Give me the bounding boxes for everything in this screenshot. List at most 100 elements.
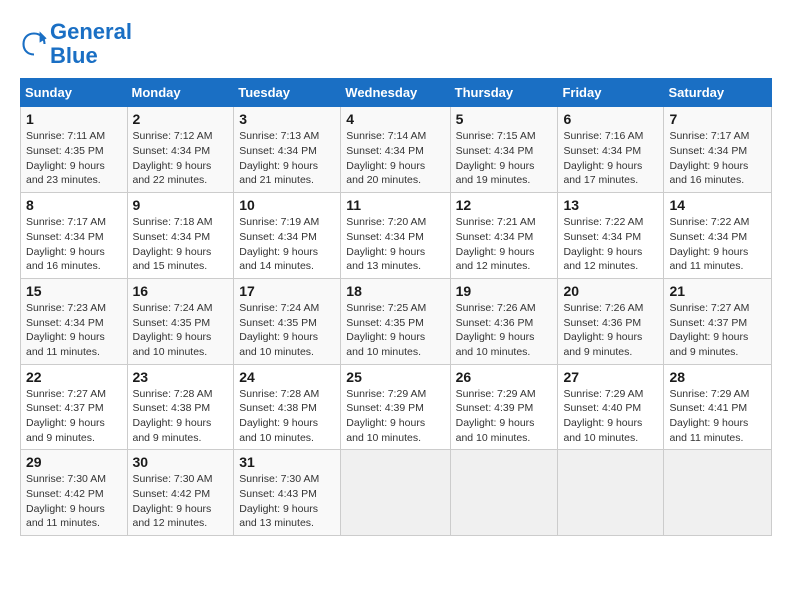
day-info: Sunrise: 7:22 AM Sunset: 4:34 PM Dayligh… — [669, 215, 766, 274]
day-info: Sunrise: 7:29 AM Sunset: 4:39 PM Dayligh… — [456, 387, 553, 446]
day-number: 30 — [133, 454, 229, 470]
calendar-cell: 4 Sunrise: 7:14 AM Sunset: 4:34 PM Daylig… — [341, 107, 450, 193]
calendar-week-4: 22 Sunrise: 7:27 AM Sunset: 4:37 PM Dayli… — [21, 364, 772, 450]
day-number: 14 — [669, 197, 766, 213]
day-number: 12 — [456, 197, 553, 213]
day-number: 28 — [669, 369, 766, 385]
calendar-cell: 27 Sunrise: 7:29 AM Sunset: 4:40 PM Dayli… — [558, 364, 664, 450]
day-number: 17 — [239, 283, 335, 299]
day-info: Sunrise: 7:24 AM Sunset: 4:35 PM Dayligh… — [239, 301, 335, 360]
day-info: Sunrise: 7:19 AM Sunset: 4:34 PM Dayligh… — [239, 215, 335, 274]
day-number: 31 — [239, 454, 335, 470]
day-number: 11 — [346, 197, 444, 213]
header-row: Sunday Monday Tuesday Wednesday Thursday… — [21, 79, 772, 107]
day-number: 21 — [669, 283, 766, 299]
day-info: Sunrise: 7:17 AM Sunset: 4:34 PM Dayligh… — [26, 215, 122, 274]
calendar-cell: 20Sunrise: 7:26 AM Sunset: 4:36 PM Dayli… — [558, 278, 664, 364]
calendar-cell: 7 Sunrise: 7:17 AM Sunset: 4:34 PM Daylig… — [664, 107, 772, 193]
calendar-table: Sunday Monday Tuesday Wednesday Thursday… — [20, 78, 772, 536]
day-info: Sunrise: 7:20 AM Sunset: 4:34 PM Dayligh… — [346, 215, 444, 274]
day-info: Sunrise: 7:30 AM Sunset: 4:42 PM Dayligh… — [26, 472, 122, 531]
calendar-cell: 1 Sunrise: 7:11 AM Sunset: 4:35 PM Daylig… — [21, 107, 128, 193]
day-number: 24 — [239, 369, 335, 385]
calendar-cell: 25 Sunrise: 7:29 AM Sunset: 4:39 PM Dayli… — [341, 364, 450, 450]
calendar-cell: 12Sunrise: 7:21 AM Sunset: 4:34 PM Dayli… — [450, 193, 558, 279]
day-info: Sunrise: 7:22 AM Sunset: 4:34 PM Dayligh… — [563, 215, 658, 274]
calendar-cell: 6 Sunrise: 7:16 AM Sunset: 4:34 PM Daylig… — [558, 107, 664, 193]
calendar-cell: 31 Sunrise: 7:30 AM Sunset: 4:43 PM Dayli… — [234, 450, 341, 536]
calendar-cell: 3 Sunrise: 7:13 AM Sunset: 4:34 PM Daylig… — [234, 107, 341, 193]
day-number: 23 — [133, 369, 229, 385]
day-info: Sunrise: 7:29 AM Sunset: 4:41 PM Dayligh… — [669, 387, 766, 446]
calendar-cell: 18 Sunrise: 7:25 AM Sunset: 4:35 PM Dayli… — [341, 278, 450, 364]
day-info: Sunrise: 7:27 AM Sunset: 4:37 PM Dayligh… — [669, 301, 766, 360]
calendar-cell: 19 Sunrise: 7:26 AM Sunset: 4:36 PM Dayli… — [450, 278, 558, 364]
day-info: Sunrise: 7:23 AM Sunset: 4:34 PM Dayligh… — [26, 301, 122, 360]
day-info: Sunrise: 7:25 AM Sunset: 4:35 PM Dayligh… — [346, 301, 444, 360]
day-number: 27 — [563, 369, 658, 385]
day-number: 19 — [456, 283, 553, 299]
day-number: 4 — [346, 111, 444, 127]
day-number: 16 — [133, 283, 229, 299]
day-info: Sunrise: 7:28 AM Sunset: 4:38 PM Dayligh… — [239, 387, 335, 446]
calendar-cell: 22 Sunrise: 7:27 AM Sunset: 4:37 PM Dayli… — [21, 364, 128, 450]
day-info: Sunrise: 7:29 AM Sunset: 4:40 PM Dayligh… — [563, 387, 658, 446]
day-info: Sunrise: 7:17 AM Sunset: 4:34 PM Dayligh… — [669, 129, 766, 188]
calendar-cell: 15 Sunrise: 7:23 AM Sunset: 4:34 PM Dayli… — [21, 278, 128, 364]
day-info: Sunrise: 7:24 AM Sunset: 4:35 PM Dayligh… — [133, 301, 229, 360]
calendar-week-3: 15 Sunrise: 7:23 AM Sunset: 4:34 PM Dayli… — [21, 278, 772, 364]
day-number: 18 — [346, 283, 444, 299]
calendar-cell — [341, 450, 450, 536]
col-sunday: Sunday — [21, 79, 128, 107]
calendar-cell: 10 Sunrise: 7:19 AM Sunset: 4:34 PM Dayli… — [234, 193, 341, 279]
day-number: 3 — [239, 111, 335, 127]
day-number: 8 — [26, 197, 122, 213]
calendar-cell: 16 Sunrise: 7:24 AM Sunset: 4:35 PM Dayli… — [127, 278, 234, 364]
day-number: 22 — [26, 369, 122, 385]
calendar-cell: 11 Sunrise: 7:20 AM Sunset: 4:34 PM Dayli… — [341, 193, 450, 279]
day-number: 29 — [26, 454, 122, 470]
day-info: Sunrise: 7:16 AM Sunset: 4:34 PM Dayligh… — [563, 129, 658, 188]
col-thursday: Thursday — [450, 79, 558, 107]
calendar-cell: 13Sunrise: 7:22 AM Sunset: 4:34 PM Dayli… — [558, 193, 664, 279]
day-info: Sunrise: 7:30 AM Sunset: 4:42 PM Dayligh… — [133, 472, 229, 531]
page-header: General Blue — [20, 20, 772, 68]
day-info: Sunrise: 7:12 AM Sunset: 4:34 PM Dayligh… — [133, 129, 229, 188]
calendar-cell — [558, 450, 664, 536]
day-info: Sunrise: 7:11 AM Sunset: 4:35 PM Dayligh… — [26, 129, 122, 188]
day-info: Sunrise: 7:15 AM Sunset: 4:34 PM Dayligh… — [456, 129, 553, 188]
day-info: Sunrise: 7:29 AM Sunset: 4:39 PM Dayligh… — [346, 387, 444, 446]
day-number: 1 — [26, 111, 122, 127]
calendar-week-5: 29 Sunrise: 7:30 AM Sunset: 4:42 PM Dayli… — [21, 450, 772, 536]
day-info: Sunrise: 7:26 AM Sunset: 4:36 PM Dayligh… — [563, 301, 658, 360]
day-info: Sunrise: 7:13 AM Sunset: 4:34 PM Dayligh… — [239, 129, 335, 188]
calendar-cell: 2 Sunrise: 7:12 AM Sunset: 4:34 PM Daylig… — [127, 107, 234, 193]
calendar-cell: 26 Sunrise: 7:29 AM Sunset: 4:39 PM Dayli… — [450, 364, 558, 450]
calendar-cell: 5 Sunrise: 7:15 AM Sunset: 4:34 PM Daylig… — [450, 107, 558, 193]
day-number: 9 — [133, 197, 229, 213]
day-number: 6 — [563, 111, 658, 127]
calendar-cell: 14 Sunrise: 7:22 AM Sunset: 4:34 PM Dayli… — [664, 193, 772, 279]
day-info: Sunrise: 7:14 AM Sunset: 4:34 PM Dayligh… — [346, 129, 444, 188]
col-friday: Friday — [558, 79, 664, 107]
day-number: 2 — [133, 111, 229, 127]
day-number: 5 — [456, 111, 553, 127]
col-wednesday: Wednesday — [341, 79, 450, 107]
day-number: 26 — [456, 369, 553, 385]
day-info: Sunrise: 7:26 AM Sunset: 4:36 PM Dayligh… — [456, 301, 553, 360]
calendar-week-2: 8 Sunrise: 7:17 AM Sunset: 4:34 PM Daylig… — [21, 193, 772, 279]
day-number: 10 — [239, 197, 335, 213]
logo-icon — [20, 30, 48, 58]
day-number: 25 — [346, 369, 444, 385]
day-info: Sunrise: 7:27 AM Sunset: 4:37 PM Dayligh… — [26, 387, 122, 446]
logo: General Blue — [20, 20, 132, 68]
day-number: 15 — [26, 283, 122, 299]
day-number: 7 — [669, 111, 766, 127]
logo-text: General Blue — [50, 20, 132, 68]
calendar-cell: 24 Sunrise: 7:28 AM Sunset: 4:38 PM Dayli… — [234, 364, 341, 450]
calendar-cell: 9Sunrise: 7:18 AM Sunset: 4:34 PM Daylig… — [127, 193, 234, 279]
calendar-cell: 21 Sunrise: 7:27 AM Sunset: 4:37 PM Dayli… — [664, 278, 772, 364]
col-monday: Monday — [127, 79, 234, 107]
calendar-cell: 8 Sunrise: 7:17 AM Sunset: 4:34 PM Daylig… — [21, 193, 128, 279]
day-info: Sunrise: 7:30 AM Sunset: 4:43 PM Dayligh… — [239, 472, 335, 531]
